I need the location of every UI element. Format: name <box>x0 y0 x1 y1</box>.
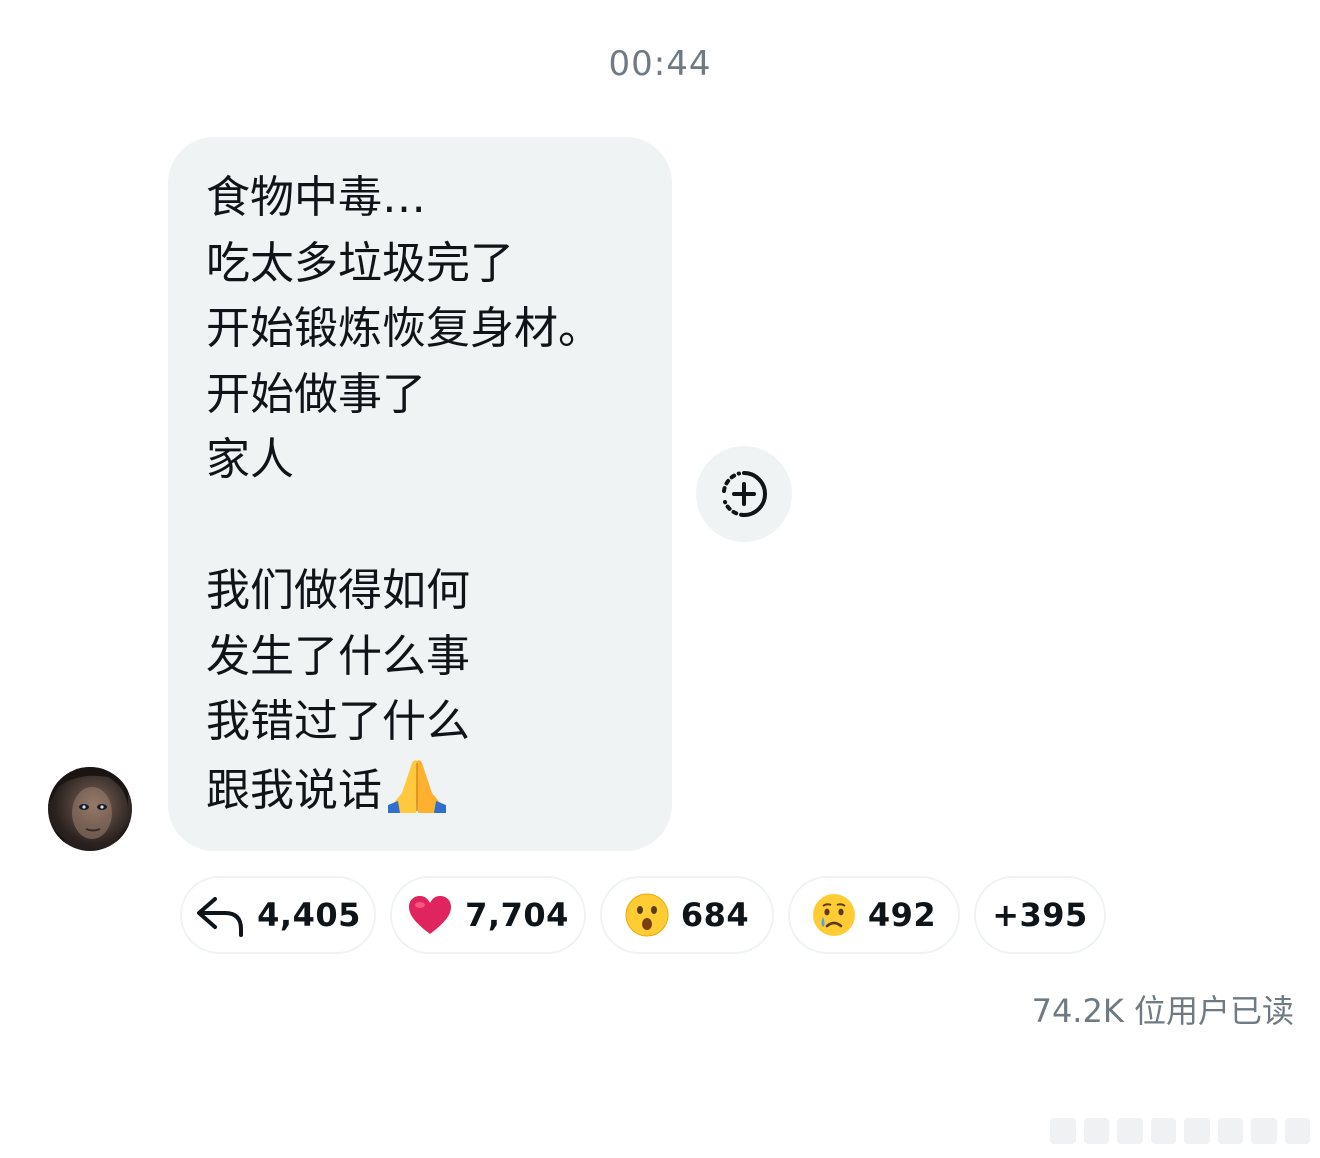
chat-screen: 00:44 食物中毒… 吃太多垃圾完了 开始锻炼恢复身材。 开始做事了 家人 我… <box>0 0 1320 1158</box>
reaction-count: 684 <box>680 896 750 934</box>
watermark-decoration <box>1050 1114 1310 1144</box>
message-timestamp: 00:44 <box>608 44 712 84</box>
reply-arrow-icon <box>195 893 245 937</box>
message-line: 家人 <box>206 434 294 485</box>
read-receipt-count: 74.2K 位用户已读 <box>1031 992 1294 1030</box>
message-bubble[interactable]: 食物中毒… 吃太多垃圾完了 开始锻炼恢复身材。 开始做事了 家人 我们做得如何 … <box>168 137 672 851</box>
reaction-count: 4,405 <box>257 896 361 934</box>
reaction-more-count: +395 <box>992 896 1088 934</box>
message-line: 吃太多垃圾完了 <box>206 237 514 289</box>
message-line: 开始锻炼恢复身材。 <box>206 303 602 354</box>
message-last-line: 跟我说话 <box>206 755 642 821</box>
add-reaction-button[interactable] <box>696 446 792 542</box>
message-line: 我错过了什么 <box>206 696 470 747</box>
crying-face-emoji <box>812 893 856 937</box>
message-line: 开始做事了 <box>206 368 426 420</box>
message-line-text: 跟我说话 <box>206 764 382 816</box>
sender-avatar[interactable] <box>48 767 132 851</box>
message-line: 食物中毒… <box>206 172 426 223</box>
red-heart-emoji <box>407 894 453 936</box>
reaction-more-button[interactable]: +395 <box>974 876 1106 954</box>
reaction-heart-button[interactable]: 7,704 <box>390 876 586 954</box>
message-line: 我们做得如何 <box>206 565 470 616</box>
add-reaction-icon <box>722 471 767 517</box>
message-line: 发生了什么事 <box>206 630 470 682</box>
reaction-count: 492 <box>867 896 937 934</box>
reaction-count: 7,704 <box>465 896 569 934</box>
reaction-reply-button[interactable]: 4,405 <box>180 876 376 954</box>
reaction-crying-button[interactable]: 492 <box>788 876 960 954</box>
reaction-surprised-button[interactable]: 684 <box>600 876 774 954</box>
folded-hands-emoji <box>388 759 446 813</box>
surprised-face-emoji <box>625 893 669 937</box>
avatar-portrait-icon <box>48 767 132 851</box>
